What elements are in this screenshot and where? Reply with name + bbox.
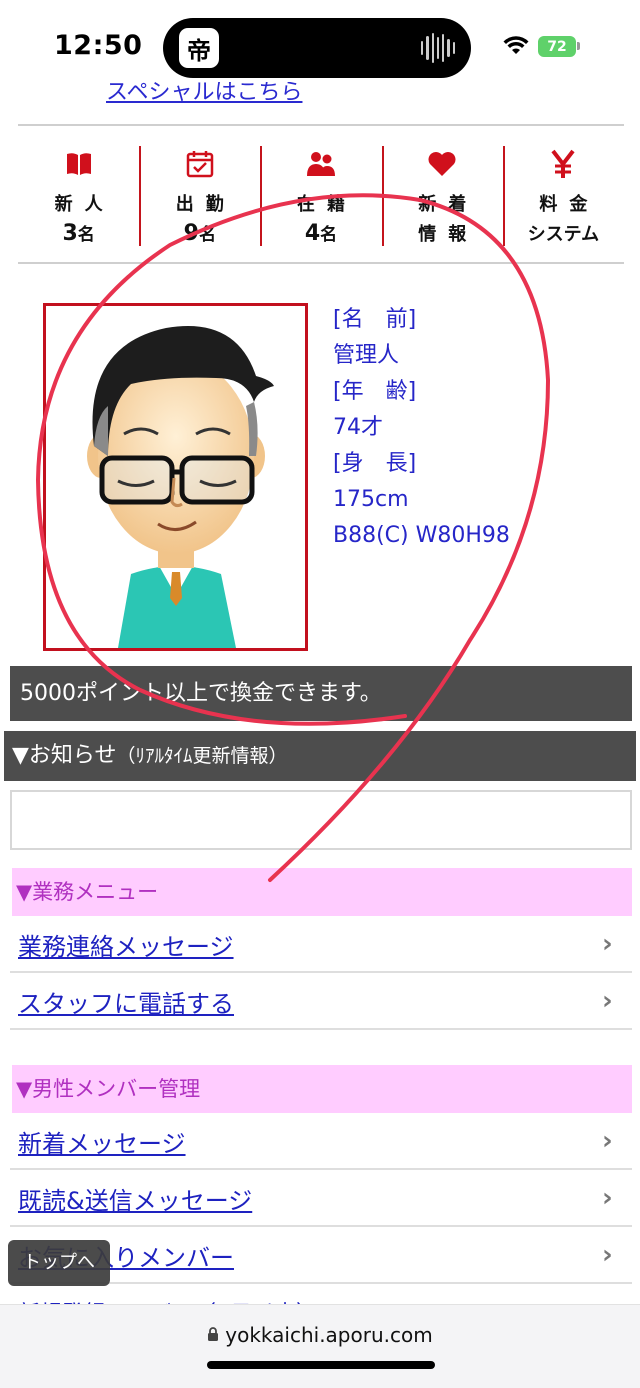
stat-unit: 名: [198, 225, 216, 245]
battery-level: 72: [547, 38, 567, 55]
menu-item-label: 既読&送信メッセージ: [18, 1186, 253, 1215]
stat-sublabel: 情報: [418, 224, 479, 245]
age-label: [年 齢]: [333, 379, 417, 404]
stat-label: 在籍: [297, 194, 357, 215]
profile-name: 管理人: [333, 343, 400, 368]
battery-cap: [577, 42, 580, 50]
info-header-subtitle: （ﾘｱﾙﾀｲﾑ更新情報）: [116, 745, 288, 767]
menu-item-read-sent-messages[interactable]: 既読&送信メッセージ ›: [10, 1171, 632, 1227]
audio-wave-icon: [421, 32, 455, 64]
stat-count: 3: [62, 221, 78, 246]
divider-stats: [18, 262, 624, 264]
menu-item-new-messages[interactable]: 新着メッセージ ›: [10, 1114, 632, 1170]
stat-label: 新人: [54, 194, 115, 215]
profile-info: [名 前] 管理人 [年 齢] 74才 [身 長] 175cm B88(C) W…: [333, 302, 593, 554]
info-header: ▼お知らせ（ﾘｱﾙﾀｲﾑ更新情報）: [4, 731, 636, 781]
chevron-right-icon: ›: [602, 986, 613, 1016]
stat-label: 新着: [418, 194, 479, 215]
divider-top: [18, 124, 624, 126]
status-clock: 12:50: [54, 30, 143, 61]
chevron-right-icon: ›: [602, 1126, 613, 1156]
yen-icon: [546, 148, 580, 180]
heart-icon: [425, 148, 459, 180]
stat-unit: 名: [77, 225, 95, 245]
book-icon: [62, 148, 96, 180]
avatar: [87, 326, 274, 648]
app-icon: 帝: [179, 28, 219, 68]
menu-item-call-staff[interactable]: スタッフに電話する ›: [10, 974, 632, 1030]
info-header-title: ▼お知らせ: [12, 743, 117, 768]
profile-age: 74才: [333, 415, 383, 440]
profile-photo[interactable]: [43, 303, 308, 651]
business-menu-header: ▼業務メニュー: [12, 868, 632, 916]
profile-height: 175cm: [333, 487, 409, 512]
status-bar: 12:50 帝 72: [0, 0, 640, 96]
calendar-icon: [183, 148, 217, 180]
stat-count: 9: [183, 221, 199, 246]
name-label: [名 前]: [333, 307, 417, 332]
partial-top-link-label: スペシャルはこちら: [106, 82, 303, 104]
menu-item-label: 業務連絡メッセージ: [18, 932, 234, 961]
profile-measurements: B88(C) W80H98: [333, 523, 510, 548]
chevron-right-icon: ›: [602, 929, 613, 959]
chevron-right-icon: ›: [602, 1183, 613, 1213]
battery-icon: 72: [538, 36, 576, 57]
stat-enrolled[interactable]: 在籍 4名: [260, 140, 381, 250]
url-text: yokkaichi.aporu.com: [225, 1323, 433, 1347]
people-icon: [304, 148, 338, 180]
member-menu-header: ▼男性メンバー管理: [12, 1065, 632, 1113]
dynamic-island: 帝: [163, 18, 471, 78]
stat-pricing[interactable]: 料金 システム: [502, 140, 624, 250]
menu-item-label: スタッフに電話する: [18, 989, 234, 1018]
browser-address-bar[interactable]: yokkaichi.aporu.com: [0, 1304, 640, 1388]
points-notice: 5000ポイント以上で換金できます。: [10, 666, 632, 721]
wifi-icon: [503, 36, 529, 54]
home-indicator: [207, 1361, 435, 1369]
url-display[interactable]: yokkaichi.aporu.com: [0, 1323, 640, 1347]
stat-value: 9名: [184, 220, 216, 246]
stat-value: 4名: [305, 220, 337, 246]
menu-item-business-message[interactable]: 業務連絡メッセージ ›: [10, 917, 632, 973]
stat-label: 出勤: [175, 194, 236, 215]
lock-icon: [207, 1327, 219, 1346]
stat-sublabel: システム: [527, 224, 600, 245]
chevron-right-icon: ›: [602, 1240, 613, 1270]
info-content-box: [10, 790, 632, 850]
stat-unit: 名: [320, 225, 338, 245]
stat-value: 3名: [62, 220, 94, 246]
partial-top-link[interactable]: スペシャルはこちら: [106, 82, 314, 104]
stats-bar: 新人 3名 出勤 9名 在籍 4名 新着 情報 料金 システム: [18, 140, 624, 250]
stat-label: 料金: [539, 194, 600, 215]
stat-newcomers[interactable]: 新人 3名: [18, 140, 139, 250]
stat-attendance[interactable]: 出勤 9名: [139, 140, 260, 250]
height-label: [身 長]: [333, 451, 417, 476]
to-top-button[interactable]: トップへ: [8, 1240, 110, 1286]
stat-count: 4: [304, 221, 321, 246]
menu-item-label: 新着メッセージ: [18, 1129, 186, 1158]
stat-new-info[interactable]: 新着 情報: [381, 140, 503, 250]
